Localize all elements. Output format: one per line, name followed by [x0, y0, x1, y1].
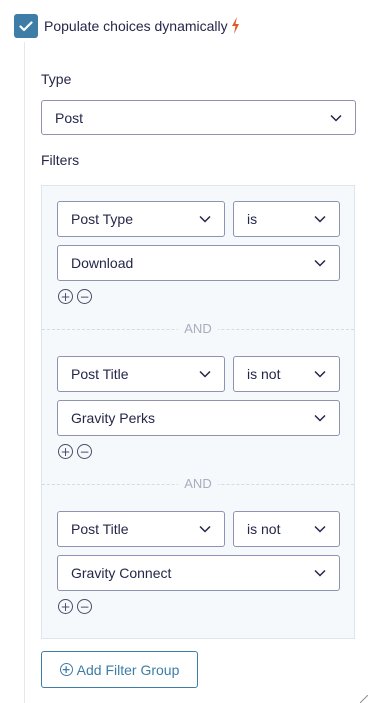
resize-handle-icon[interactable] [360, 695, 368, 703]
filter-operator-select[interactable]: is not [233, 511, 340, 547]
populate-checkbox[interactable] [14, 14, 38, 38]
add-filter-button[interactable]: + [58, 289, 73, 304]
chevron-down-icon [314, 414, 326, 422]
filter-operator-select[interactable]: is not [233, 356, 340, 392]
plus-circle-icon: + [59, 663, 73, 676]
chevron-down-icon [314, 259, 326, 267]
filter-value-select[interactable]: Gravity Connect [57, 555, 340, 591]
chevron-down-icon [314, 215, 326, 223]
chevron-down-icon [330, 114, 342, 122]
chevron-down-icon [314, 370, 326, 378]
filter-field-value: Post Title [71, 521, 129, 537]
filters-label: Filters [41, 152, 80, 168]
and-label: AND [178, 476, 218, 492]
filter-field-select[interactable]: Post Type [57, 201, 225, 237]
filter-value-select[interactable]: Download [57, 245, 340, 281]
filter-field-select[interactable]: Post Title [57, 356, 225, 392]
add-filter-group-button[interactable]: + Add Filter Group [41, 651, 198, 688]
add-filter-group-label: Add Filter Group [76, 661, 180, 678]
chevron-down-icon [199, 215, 211, 223]
type-select[interactable]: Post [41, 100, 356, 135]
type-select-value: Post [55, 109, 84, 126]
filter-value: Download [71, 255, 134, 271]
settings-indent-line [24, 42, 25, 703]
checkmark-icon [19, 20, 33, 31]
filter-field-select[interactable]: Post Title [57, 511, 225, 547]
chevron-down-icon [199, 370, 211, 378]
chevron-down-icon [314, 569, 326, 577]
remove-filter-button[interactable]: − [77, 289, 92, 304]
remove-filter-button[interactable]: − [77, 444, 92, 459]
filter-value: Gravity Connect [71, 565, 172, 581]
lightning-bolt-icon [232, 17, 239, 34]
filter-operator-value: is not [247, 366, 281, 382]
filter-operator-value: is [247, 211, 258, 227]
filter-field-value: Post Type [71, 211, 134, 227]
filter-operator-value: is not [247, 521, 281, 537]
filter-value: Gravity Perks [71, 410, 156, 426]
add-filter-button[interactable]: + [58, 599, 73, 614]
type-label: Type [41, 71, 72, 87]
chevron-down-icon [199, 525, 211, 533]
remove-filter-button[interactable]: − [77, 599, 92, 614]
filter-field-value: Post Title [71, 366, 129, 382]
filter-operator-select[interactable]: is [233, 201, 340, 237]
populate-label: Populate choices dynamically [44, 18, 228, 34]
filter-value-select[interactable]: Gravity Perks [57, 400, 340, 436]
and-label: AND [178, 321, 218, 337]
add-filter-button[interactable]: + [58, 444, 73, 459]
chevron-down-icon [314, 525, 326, 533]
